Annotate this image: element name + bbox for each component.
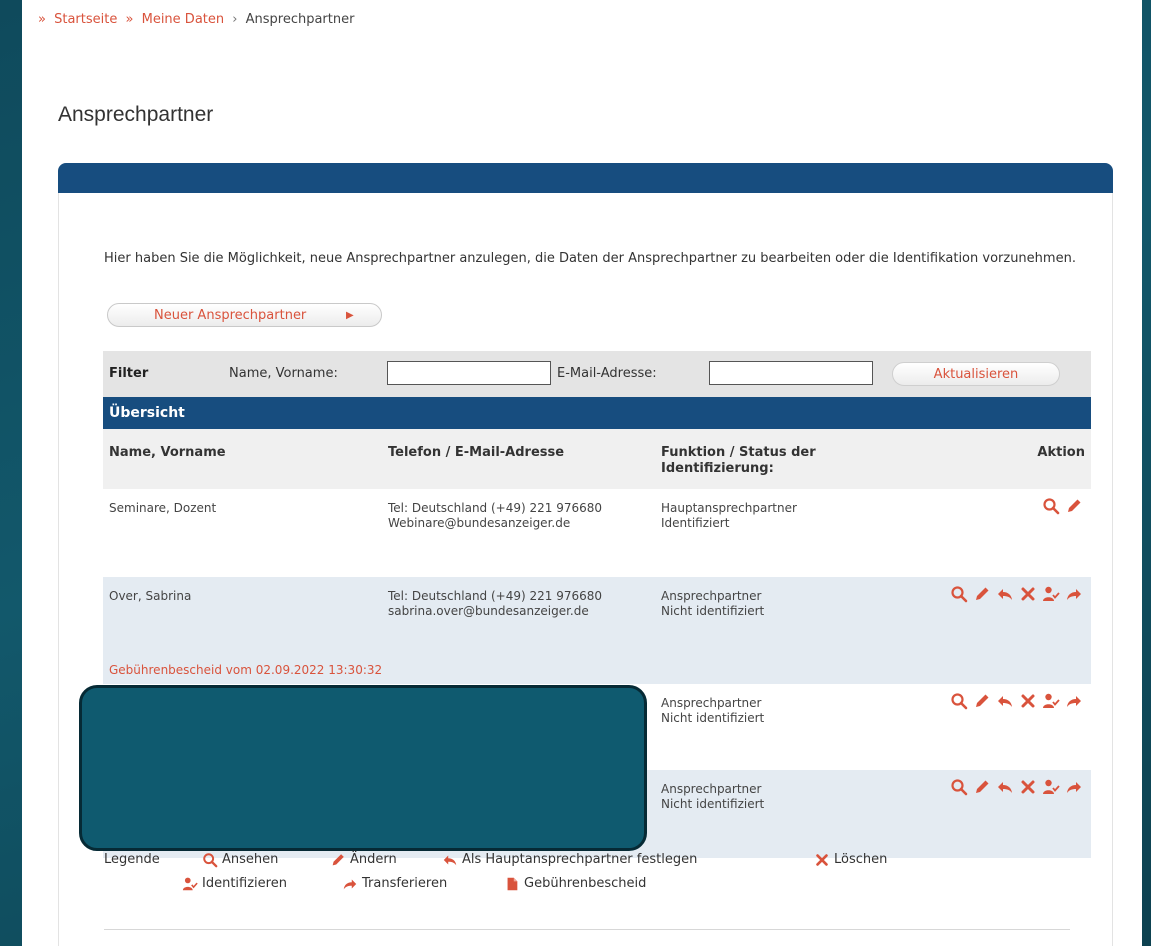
legend-fee: Gebührenbescheid xyxy=(504,872,646,896)
overview-header: Übersicht xyxy=(103,397,1091,429)
legend-set-main: Als Hauptansprechpartner festlegen xyxy=(442,848,697,872)
column-header-function: Funktion / Status der Identifizierung: xyxy=(661,445,816,476)
legend-title: Legende xyxy=(104,852,160,867)
forward-arrow-icon[interactable] xyxy=(1065,778,1083,796)
breadcrumb-prefix: » xyxy=(38,12,46,27)
magnifier-icon[interactable] xyxy=(950,585,968,603)
magnifier-icon[interactable] xyxy=(950,692,968,710)
legend-transfer: Transferieren xyxy=(342,872,447,896)
legend-delete: Löschen xyxy=(814,848,887,872)
row-contact: Tel: Deutschland (+49) 221 976680 sabrin… xyxy=(388,589,628,619)
row-contact: Tel: Deutschland (+49) 221 976680 Webina… xyxy=(388,501,628,531)
column-header-contact: Telefon / E-Mail-Adresse xyxy=(388,445,565,460)
user-check-icon[interactable] xyxy=(1042,778,1060,796)
filter-title: Filter xyxy=(109,366,149,381)
row-name: Over, Sabrina xyxy=(109,589,192,603)
table-header: Name, Vorname Telefon / E-Mail-Adresse F… xyxy=(103,429,1091,489)
breadcrumb-home-link[interactable]: Startseite xyxy=(54,12,117,27)
user-check-icon xyxy=(182,876,198,892)
row-actions xyxy=(950,585,1083,603)
x-icon xyxy=(814,852,830,868)
filter-email-label: E-Mail-Adresse: xyxy=(557,366,657,381)
row-function: Hauptansprechpartner Identifiziert xyxy=(661,501,891,531)
filter-name-label: Name, Vorname: xyxy=(229,366,338,381)
forward-arrow-icon[interactable] xyxy=(1065,585,1083,603)
filter-bar: Filter Name, Vorname: E-Mail-Adresse: Ak… xyxy=(103,351,1091,397)
x-icon[interactable] xyxy=(1019,585,1037,603)
row-role: Ansprechpartner xyxy=(661,589,762,603)
breadcrumb: » Startseite » Meine Daten › Ansprechpar… xyxy=(34,12,354,27)
pencil-icon[interactable] xyxy=(973,778,991,796)
legend-view-label: Ansehen xyxy=(222,852,279,867)
play-icon: ▶ xyxy=(346,310,354,321)
legend-edit-label: Ändern xyxy=(350,852,397,867)
reply-arrow-icon xyxy=(442,852,458,868)
user-check-icon[interactable] xyxy=(1042,692,1060,710)
footer-divider xyxy=(104,929,1070,930)
row-actions xyxy=(950,778,1083,796)
reply-arrow-icon[interactable] xyxy=(996,585,1014,603)
magnifier-icon xyxy=(202,852,218,868)
user-check-icon[interactable] xyxy=(1042,585,1060,603)
new-contact-button[interactable]: Neuer Ansprechpartner ▶ xyxy=(107,303,382,327)
row-phone: Tel: Deutschland (+49) 221 976680 xyxy=(388,501,603,515)
name-filter-input[interactable] xyxy=(387,361,551,385)
magnifier-icon[interactable] xyxy=(1042,497,1060,515)
reply-arrow-icon[interactable] xyxy=(996,692,1014,710)
legend-transfer-label: Transferieren xyxy=(362,876,448,891)
breadcrumb-mydata-link[interactable]: Meine Daten xyxy=(142,12,225,27)
breadcrumb-current: Ansprechpartner xyxy=(245,12,355,27)
table-row: Over, Sabrina Tel: Deutschland (+49) 221… xyxy=(103,577,1091,684)
row-status: Nicht identifiziert xyxy=(661,797,765,811)
intro-text: Hier haben Sie die Möglichkeit, neue Ans… xyxy=(104,251,1076,266)
x-icon[interactable] xyxy=(1019,692,1037,710)
redaction-box xyxy=(79,685,647,851)
pencil-icon[interactable] xyxy=(973,692,991,710)
forward-arrow-icon xyxy=(342,876,358,892)
legend-fee-label: Gebührenbescheid xyxy=(524,876,647,891)
legend-identify-label: Identifizieren xyxy=(202,876,287,891)
magnifier-icon[interactable] xyxy=(950,778,968,796)
fee-notice-link[interactable]: Gebührenbescheid vom 02.09.2022 13:30:32 xyxy=(109,663,382,678)
breadcrumb-separator: › xyxy=(232,12,238,27)
forward-arrow-icon[interactable] xyxy=(1065,692,1083,710)
row-status: Nicht identifiziert xyxy=(661,711,765,725)
legend-set-main-label: Als Hauptansprechpartner festlegen xyxy=(462,852,698,867)
row-role: Ansprechpartner xyxy=(661,696,762,710)
row-role: Ansprechpartner xyxy=(661,782,762,796)
row-actions xyxy=(950,692,1083,710)
document-icon xyxy=(504,876,520,892)
panel-header-bar xyxy=(58,163,1113,193)
row-status: Nicht identifiziert xyxy=(661,604,765,618)
pencil-icon[interactable] xyxy=(973,585,991,603)
new-contact-button-label: Neuer Ansprechpartner xyxy=(154,308,307,323)
legend-edit: Ändern xyxy=(330,848,397,872)
row-status: Identifiziert xyxy=(661,516,730,530)
legend-delete-label: Löschen xyxy=(834,852,888,867)
column-header-action: Aktion xyxy=(1037,445,1085,460)
reply-arrow-icon[interactable] xyxy=(996,778,1014,796)
row-actions xyxy=(1042,497,1083,515)
page-title: Ansprechpartner xyxy=(58,103,214,126)
row-email: sabrina.over@bundesanzeiger.de xyxy=(388,604,589,618)
x-icon[interactable] xyxy=(1019,778,1037,796)
row-role: Hauptansprechpartner xyxy=(661,501,797,515)
pencil-icon xyxy=(330,852,346,868)
legend-identify: Identifizieren xyxy=(182,872,287,896)
row-name: Seminare, Dozent xyxy=(109,501,217,515)
email-filter-input[interactable] xyxy=(709,361,873,385)
breadcrumb-separator: » xyxy=(125,12,134,27)
row-function: Ansprechpartner Nicht identifiziert xyxy=(661,589,891,619)
legend-view: Ansehen xyxy=(202,848,278,872)
row-function: Ansprechpartner Nicht identifiziert xyxy=(661,696,891,726)
row-email: Webinare@bundesanzeiger.de xyxy=(388,516,571,530)
row-function: Ansprechpartner Nicht identifiziert xyxy=(661,782,891,812)
table-row: Seminare, Dozent Tel: Deutschland (+49) … xyxy=(103,489,1091,577)
row-phone: Tel: Deutschland (+49) 221 976680 xyxy=(388,589,603,603)
update-button[interactable]: Aktualisieren xyxy=(892,362,1060,386)
column-header-name: Name, Vorname xyxy=(109,445,226,460)
pencil-icon[interactable] xyxy=(1065,497,1083,515)
